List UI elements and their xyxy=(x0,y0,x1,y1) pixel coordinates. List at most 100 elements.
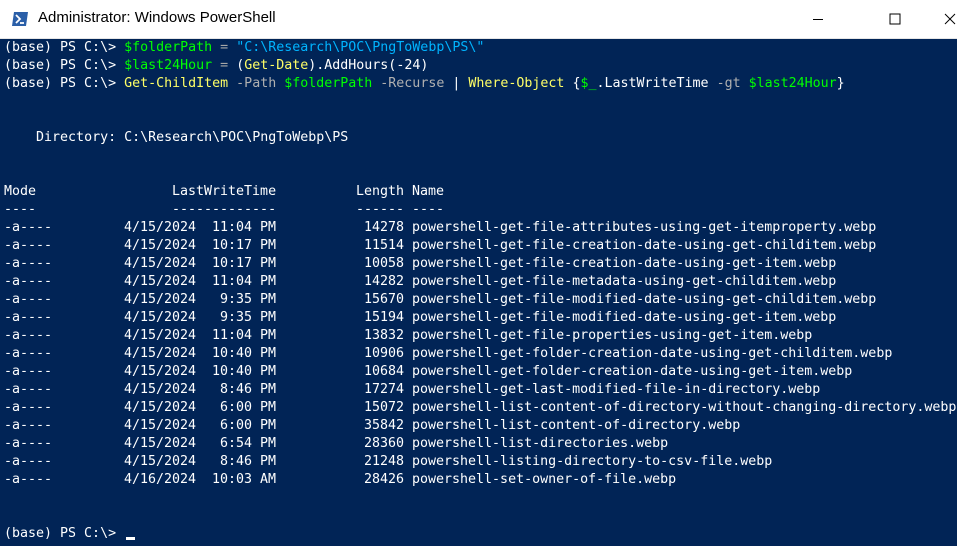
command-token: -gt xyxy=(716,76,749,91)
current-prompt[interactable]: (base) PS C:\> xyxy=(4,525,136,543)
console-output[interactable]: (base) PS C:\> $folderPath = "C:\Researc… xyxy=(0,39,957,546)
maximize-button[interactable] xyxy=(872,0,918,38)
file-time: 10:17 PM xyxy=(212,256,277,271)
file-date: 4/15/2024 xyxy=(124,238,197,253)
command-token: Get-Date xyxy=(244,58,309,73)
file-mode: -a---- xyxy=(4,328,53,343)
command-token: { xyxy=(564,76,581,91)
command-token: } xyxy=(836,76,845,91)
file-mode: -a---- xyxy=(4,310,53,325)
file-name: powershell-get-file-properties-using-get… xyxy=(412,328,813,343)
file-date: 4/15/2024 xyxy=(124,328,197,343)
file-date: 4/15/2024 xyxy=(124,274,197,289)
file-mode: -a---- xyxy=(4,256,53,271)
file-length: 10058 xyxy=(364,256,405,271)
file-date: 4/15/2024 xyxy=(124,364,197,379)
file-mode: -a---- xyxy=(4,292,53,307)
file-mode: -a---- xyxy=(4,454,53,469)
file-mode: -a---- xyxy=(4,274,53,289)
file-name: powershell-get-file-modified-date-using-… xyxy=(412,292,877,307)
file-date: 4/15/2024 xyxy=(124,418,197,433)
file-time: 9:35 PM xyxy=(220,292,277,307)
file-name: powershell-get-folder-creation-date-usin… xyxy=(412,346,893,361)
command-token: -Path xyxy=(228,76,285,91)
file-date: 4/15/2024 xyxy=(124,220,197,235)
prompt-text: (base) PS C:\> xyxy=(4,40,125,55)
file-name: powershell-get-file-creation-date-using-… xyxy=(412,238,877,253)
file-name: powershell-get-file-metadata-using-get-c… xyxy=(412,274,837,289)
file-time: 8:46 PM xyxy=(220,454,277,469)
column-header-mode: Mode xyxy=(4,184,37,199)
file-name: powershell-get-file-attributes-using-get… xyxy=(412,220,877,235)
command-token: $_ xyxy=(580,76,597,91)
minimize-button[interactable] xyxy=(795,0,841,38)
text-cursor xyxy=(126,537,136,540)
title-bar[interactable]: Administrator: Windows PowerShell xyxy=(0,0,957,39)
header-underline: ---- xyxy=(4,202,37,217)
file-date: 4/15/2024 xyxy=(124,256,197,271)
directory-label: Directory: xyxy=(36,130,117,145)
file-time: 10:17 PM xyxy=(212,238,277,253)
command-token: ( xyxy=(236,58,245,73)
file-date: 4/15/2024 xyxy=(124,400,197,415)
file-date: 4/15/2024 xyxy=(124,310,197,325)
file-date: 4/15/2024 xyxy=(124,292,197,307)
file-length: 10684 xyxy=(364,364,405,379)
directory-line: Directory: C:\Research\POC\PngToWebp\PS xyxy=(4,129,348,147)
file-mode: -a---- xyxy=(4,220,53,235)
file-date: 4/16/2024 xyxy=(124,472,197,487)
command-token: $folderPath xyxy=(124,40,213,55)
file-date: 4/15/2024 xyxy=(124,382,197,397)
column-header-lastwritetime: LastWriteTime xyxy=(172,184,277,199)
command-line: (base) PS C:\> $last24Hour = (Get-Date).… xyxy=(4,57,428,75)
file-length: 15072 xyxy=(364,400,405,415)
maximize-icon xyxy=(889,13,901,25)
file-mode: -a---- xyxy=(4,382,53,397)
file-name: powershell-set-owner-of-file.webp xyxy=(412,472,677,487)
file-name: powershell-get-file-modified-date-using-… xyxy=(412,310,837,325)
command-token: Get-ChildItem xyxy=(124,76,229,91)
command-token: = xyxy=(212,58,237,73)
file-date: 4/15/2024 xyxy=(124,454,197,469)
command-token: "C:\Research\POC\PngToWebp\PS\" xyxy=(236,40,485,55)
file-length: 14278 xyxy=(364,220,405,235)
file-mode: -a---- xyxy=(4,364,53,379)
file-date: 4/15/2024 xyxy=(124,436,197,451)
file-name: powershell-get-file-creation-date-using-… xyxy=(412,256,837,271)
command-token: $folderPath xyxy=(284,76,373,91)
file-time: 10:40 PM xyxy=(212,346,277,361)
file-name: powershell-listing-directory-to-csv-file… xyxy=(412,454,773,469)
prompt-text: (base) PS C:\> xyxy=(4,526,125,541)
command-token: -24 xyxy=(396,58,421,73)
file-name: powershell-get-last-modified-file-in-dir… xyxy=(412,382,821,397)
file-mode: -a---- xyxy=(4,238,53,253)
column-header-name: Name xyxy=(412,184,445,199)
file-date: 4/15/2024 xyxy=(124,346,197,361)
file-time: 6:54 PM xyxy=(220,436,277,451)
command-token: $last24Hour xyxy=(748,76,837,91)
file-time: 11:04 PM xyxy=(212,220,277,235)
file-length: 28360 xyxy=(364,436,405,451)
file-length: 15194 xyxy=(364,310,405,325)
file-length: 17274 xyxy=(364,382,405,397)
file-length: 15670 xyxy=(364,292,405,307)
file-time: 6:00 PM xyxy=(220,400,277,415)
command-token: = xyxy=(212,40,237,55)
close-button[interactable] xyxy=(935,0,957,38)
powershell-window: Administrator: Windows PowerShell (base)… xyxy=(0,0,957,546)
file-time: 9:35 PM xyxy=(220,310,277,325)
directory-path: C:\Research\POC\PngToWebp\PS xyxy=(124,130,349,145)
file-mode: -a---- xyxy=(4,400,53,415)
file-length: 14282 xyxy=(364,274,405,289)
header-underline: ------------- xyxy=(172,202,277,217)
file-name: powershell-list-directories.webp xyxy=(412,436,669,451)
file-name: powershell-list-content-of-directory-wit… xyxy=(412,400,957,415)
file-length: 11514 xyxy=(364,238,405,253)
header-underline: ---- xyxy=(412,202,445,217)
file-time: 11:04 PM xyxy=(212,328,277,343)
file-mode: -a---- xyxy=(4,346,53,361)
file-length: 13832 xyxy=(364,328,405,343)
command-token: .LastWriteTime xyxy=(596,76,717,91)
file-time: 10:03 AM xyxy=(212,472,277,487)
file-mode: -a---- xyxy=(4,436,53,451)
